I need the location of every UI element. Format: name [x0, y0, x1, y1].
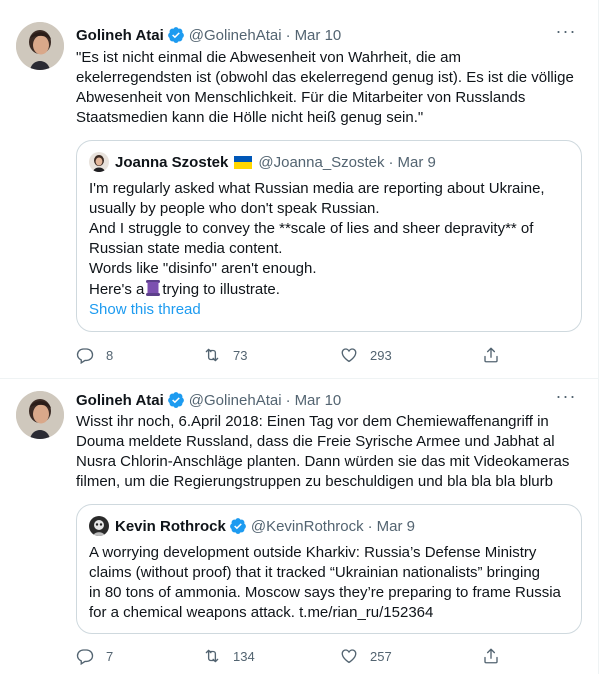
tweet-date[interactable]: Mar 10 — [295, 27, 342, 44]
share-icon — [484, 648, 498, 664]
tweet-header: Golineh Atai @GolinehAtai · Mar 10 — [76, 390, 341, 410]
scroll-emoji-icon — [146, 280, 161, 296]
tweet-text-line: Abwesenheit von Menschlichkeit. Für die … — [76, 89, 526, 106]
tweet-text-line: Staatsmedien kann die Hölle nicht heiß g… — [76, 109, 424, 126]
quoted-tweet[interactable]: Joanna Szostek @Joanna_Szostek · Mar 9 I… — [76, 140, 582, 332]
more-options-icon[interactable]: ··· — [554, 387, 578, 409]
quoted-tweet-text: A worrying development outside Kharkiv: … — [89, 543, 573, 623]
heart-icon — [341, 348, 357, 363]
quoted-tweet[interactable]: Kevin Rothrock @KevinRothrock · Mar 9 A … — [76, 504, 582, 634]
share-button[interactable] — [482, 647, 512, 665]
avatar[interactable] — [16, 22, 64, 70]
tweet-date[interactable]: Mar 10 — [295, 392, 342, 409]
tweet-actions: 8 73 293 — [76, 346, 506, 366]
reply-count: 8 — [106, 347, 114, 363]
quoted-text-line: Words like "disinfo" aren't enough. — [89, 260, 317, 277]
reply-count: 7 — [106, 648, 114, 664]
more-options-icon[interactable]: ··· — [554, 22, 578, 44]
verified-badge-icon — [167, 392, 184, 408]
tweet-actions: 7 134 257 — [76, 647, 506, 667]
tweet[interactable]: Golineh Atai @GolinehAtai · Mar 10 ··· "… — [0, 0, 598, 378]
author-handle[interactable]: @GolinehAtai — [189, 392, 282, 409]
avatar[interactable] — [16, 391, 64, 439]
tweet-text: Wisst ihr noch, 6.April 2018: Einen Tag … — [76, 412, 576, 492]
tweet-text-line: Nusra Chlorin-Anschläge planten. Dann wü… — [76, 453, 570, 470]
retweet-count: 134 — [233, 648, 255, 664]
reply-button[interactable]: 7 — [76, 647, 113, 665]
quoted-text-line: And I struggle to convey the **scale of … — [89, 220, 534, 237]
like-count: 257 — [370, 648, 392, 664]
quoted-author-name: Joanna Szostek — [115, 153, 229, 171]
tweet-header: Golineh Atai @GolinehAtai · Mar 10 — [76, 25, 341, 45]
ukraine-flag-icon — [234, 155, 253, 169]
separator-dot: · — [285, 391, 291, 409]
quoted-text-fragment: trying to illustrate. — [162, 281, 280, 298]
heart-icon — [341, 649, 357, 664]
quoted-text-line: A worrying development outside Kharkiv: … — [89, 544, 537, 561]
quoted-text-line: in 80 tons of ammonia. Moscow says they’… — [89, 584, 561, 601]
quoted-text-fragment: Here's a — [89, 281, 145, 298]
reply-button[interactable]: 8 — [76, 346, 113, 364]
author-handle[interactable]: @GolinehAtai — [189, 27, 282, 44]
separator-dot: · — [388, 153, 394, 171]
quoted-tweet-date: Mar 9 — [397, 153, 436, 171]
retweet-button[interactable]: 73 — [203, 346, 247, 364]
verified-badge-icon — [229, 518, 246, 534]
quoted-text-line: for a chemical weapons attack. t.me/rian… — [89, 604, 434, 621]
quoted-author-handle: @KevinRothrock — [250, 517, 364, 535]
tweet-text-line: "Es ist nicht einmal die Abwesenheit von… — [76, 49, 461, 66]
quoted-text-line: claims (without proof) that it tracked “… — [89, 564, 541, 581]
quoted-text-line: Here's a trying to illustrate. — [89, 279, 573, 300]
tweet-text: "Es ist nicht einmal die Abwesenheit von… — [76, 48, 576, 128]
author-name[interactable]: Golineh Atai — [76, 392, 164, 409]
retweet-icon — [205, 649, 219, 663]
share-button[interactable] — [482, 346, 512, 364]
retweet-icon — [205, 348, 219, 362]
quoted-tweet-text: I'm regularly asked what Russian media a… — [89, 179, 573, 300]
quoted-text-line: I'm regularly asked what Russian media a… — [89, 180, 545, 197]
like-count: 293 — [370, 347, 392, 363]
separator-dot: · — [367, 517, 373, 535]
tweet-text-line: Douma meldete Russland, dass die Freie S… — [76, 433, 555, 450]
tweet-text-line: filmen, um die Regierungstruppen zu besc… — [76, 473, 553, 490]
quoted-avatar — [89, 516, 109, 536]
quoted-text-line: Russian state media content. — [89, 240, 283, 257]
quoted-avatar — [89, 152, 109, 172]
tweet-text-line: ekelerregendsten ist (obwohl das ekelerr… — [76, 69, 574, 86]
like-button[interactable]: 257 — [340, 647, 392, 665]
like-button[interactable]: 293 — [340, 346, 392, 364]
quoted-tweet-header: Kevin Rothrock @KevinRothrock · Mar 9 — [89, 516, 415, 536]
timeline-border — [598, 0, 599, 674]
tweet[interactable]: Golineh Atai @GolinehAtai · Mar 10 ··· W… — [0, 379, 598, 674]
reply-icon — [76, 348, 94, 364]
quoted-tweet-header: Joanna Szostek @Joanna_Szostek · Mar 9 — [89, 152, 436, 172]
quoted-author-handle: @Joanna_Szostek — [258, 153, 385, 171]
reply-icon — [76, 649, 94, 665]
quoted-author-name: Kevin Rothrock — [115, 517, 226, 535]
quoted-text-line: usually by people who don't speak Russia… — [89, 200, 380, 217]
retweet-count: 73 — [233, 347, 248, 363]
author-name[interactable]: Golineh Atai — [76, 27, 164, 44]
tweet-text-line: Wisst ihr noch, 6.April 2018: Einen Tag … — [76, 413, 549, 430]
share-icon — [484, 347, 498, 363]
retweet-button[interactable]: 134 — [203, 647, 255, 665]
verified-badge-icon — [167, 27, 184, 43]
show-thread-link[interactable]: Show this thread — [89, 301, 201, 318]
separator-dot: · — [285, 26, 291, 44]
quoted-tweet-date: Mar 9 — [376, 517, 415, 535]
